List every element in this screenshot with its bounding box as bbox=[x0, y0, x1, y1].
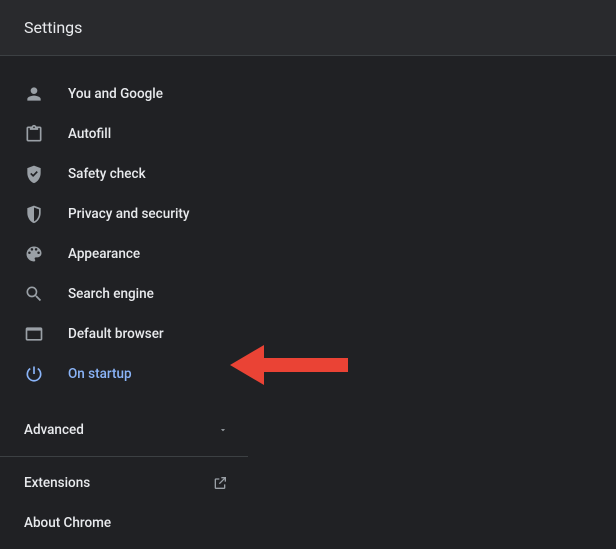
shield-icon bbox=[24, 204, 44, 224]
page-title: Settings bbox=[24, 18, 82, 37]
sidebar-item-advanced[interactable]: Advanced bbox=[0, 410, 248, 450]
sidebar-item-default-browser[interactable]: Default browser bbox=[0, 314, 248, 354]
external-link-icon bbox=[212, 475, 228, 491]
sidebar-item-safety-check[interactable]: Safety check bbox=[0, 154, 248, 194]
chevron-down-icon bbox=[218, 425, 228, 435]
settings-sidebar: You and Google Autofill Safety check Pri… bbox=[0, 56, 248, 543]
sidebar-item-label: Autofill bbox=[68, 126, 111, 142]
sidebar-item-label: Privacy and security bbox=[68, 206, 190, 222]
sidebar-item-appearance[interactable]: Appearance bbox=[0, 234, 248, 274]
sidebar-item-about-chrome[interactable]: About Chrome bbox=[0, 503, 248, 543]
power-icon bbox=[24, 364, 44, 384]
settings-header: Settings bbox=[0, 0, 616, 56]
about-label: About Chrome bbox=[24, 515, 111, 531]
sidebar-item-privacy-and-security[interactable]: Privacy and security bbox=[0, 194, 248, 234]
nav-list: You and Google Autofill Safety check Pri… bbox=[0, 74, 248, 394]
sidebar-divider bbox=[0, 456, 248, 457]
advanced-label: Advanced bbox=[24, 422, 84, 438]
sidebar-item-on-startup[interactable]: On startup bbox=[0, 354, 248, 394]
sidebar-item-label: Search engine bbox=[68, 286, 154, 302]
sidebar-item-label: Safety check bbox=[68, 166, 146, 182]
sidebar-item-label: Appearance bbox=[68, 246, 140, 262]
shield-check-icon bbox=[24, 164, 44, 184]
sidebar-item-you-and-google[interactable]: You and Google bbox=[0, 74, 248, 114]
palette-icon bbox=[24, 244, 44, 264]
sidebar-item-label: You and Google bbox=[68, 86, 163, 102]
annotation-arrow bbox=[230, 343, 350, 387]
person-icon bbox=[24, 84, 44, 104]
sidebar-item-search-engine[interactable]: Search engine bbox=[0, 274, 248, 314]
browser-icon bbox=[24, 324, 44, 344]
sidebar-item-label: Default browser bbox=[68, 326, 164, 342]
search-icon bbox=[24, 284, 44, 304]
sidebar-item-autofill[interactable]: Autofill bbox=[0, 114, 248, 154]
extensions-label: Extensions bbox=[24, 475, 90, 491]
sidebar-item-extensions[interactable]: Extensions bbox=[0, 463, 248, 503]
sidebar-item-label: On startup bbox=[68, 366, 132, 382]
clipboard-icon bbox=[24, 124, 44, 144]
